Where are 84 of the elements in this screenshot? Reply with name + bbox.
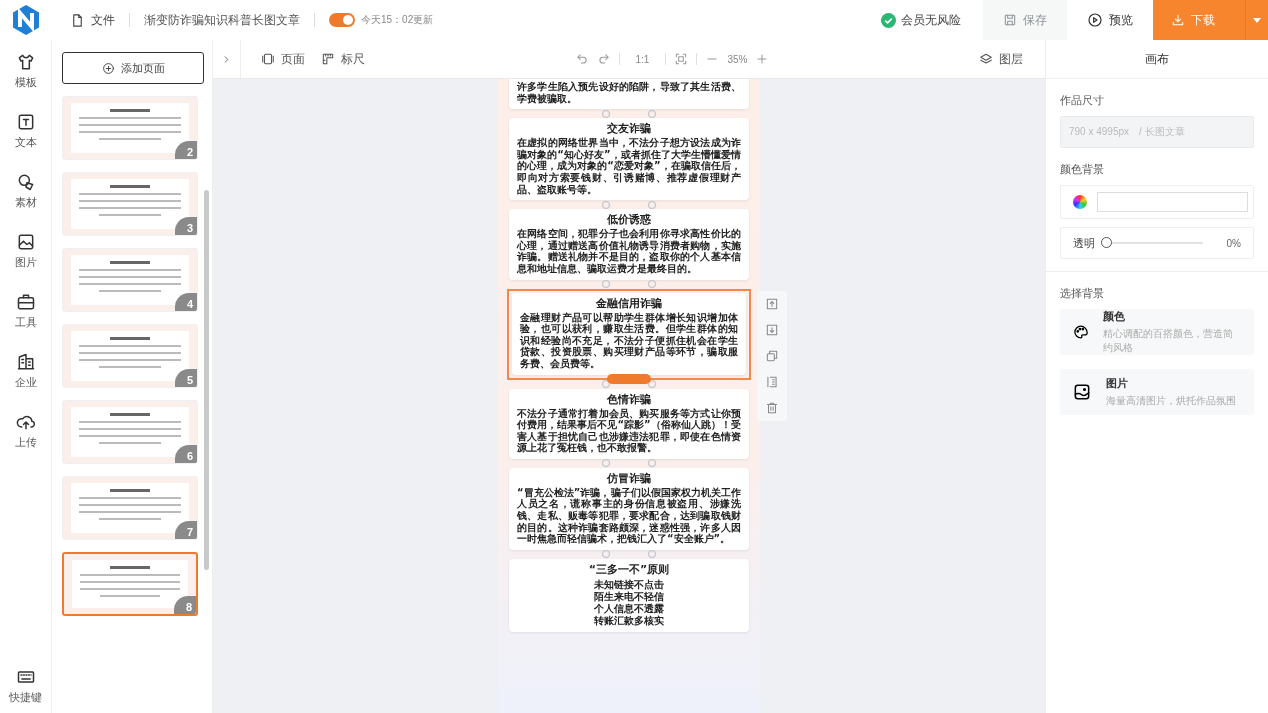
panel-title: 画布 [1046,40,1268,79]
card-text: 不法分子通常打着加会员、购买服务等方式让你预付费用，结果事后不见“踪影”（俗称仙人跳）！受害人基于担忧自己也涉嫌违法犯罪，即使在色情资源上花了冤枉钱，也不敢报警。 [517,407,741,454]
toolbox-icon [15,292,36,312]
page-number: 7 [175,521,197,539]
opacity-value: 0% [1226,237,1241,249]
layers-button[interactable]: 图层 [971,50,1031,68]
delete-icon[interactable] [765,400,779,415]
card-text: 转账汇款多核实 [593,614,665,627]
page-number: 6 [175,445,197,463]
building-icon [15,352,36,372]
content-card[interactable]: 仿冒诈骗 “冒充公检法”诈骗，骗子们以假国家权力机关工作人员之名，谎称事主的身份信息被盗用、涉嫌洗钱、走私、贩毒等犯罪，要求配合，达到骗取钱财的目的。这种诈骗套路颇深，迷惑性强，许多人因一时焦急而轻信骗术，把钱汇入了“安全账户”。 [509,467,749,550]
dropdown-caret-icon[interactable] [1246,0,1268,40]
field-label: 选择背景 [1060,286,1105,301]
page-number: 4 [175,293,197,311]
fit-screen-icon[interactable] [674,52,689,66]
sidebar-item[interactable]: 图片 [14,232,37,292]
sidebar-item[interactable]: 文本 [14,112,37,172]
move-down-icon[interactable] [765,322,779,337]
actual-size-button[interactable]: 1:1 [627,53,658,65]
content-card[interactable]: 交友诈骗 在虚拟的网络世界当中，不法分子想方设法成为诈骗对象的“知心好友”，或者抓住了大学生懵懂爱情的心理，成为对象的“恋爱对象”，在骗取信任后，即向对方索要钱财、引诱赌博、推荐虚假理财产品、盗取账号等。 [509,118,749,201]
resize-handle[interactable] [607,373,651,384]
page-number: 5 [175,369,197,387]
slider-label: 透明 [1073,235,1095,251]
layers-icon [979,52,993,66]
card-text: 金融理财产品可以帮助学生群体增长知识增加体验，也可以获利，赚取生活费。但学生群体的知识和经验尚不充足，不法分子便抓住机会在学生贷款、投资股票、购买理财产品等环节，骗取服务费、会员费等。 [520,311,738,370]
page-number: 3 [175,217,197,235]
add-page-button[interactable]: 添加页面 [62,52,204,84]
card-text: 个人信息不透露 [593,602,665,615]
background-option[interactable]: 图片 海量高清图片，烘托作品氛围 [1060,369,1254,415]
card-title: 交友诈骗 [606,122,652,136]
field-label: 颜色背景 [1060,162,1105,177]
card-text: 未知链接不点击 [593,578,665,591]
content-card[interactable]: 许多学生陷入预先设好的陷阱，导致了其生活费、学费被骗取。 [509,79,749,110]
card-text: 在网络空间，犯罪分子也会利用你寻求高性价比的心理，通过赠送高价值礼物诱导消费者购物，实施诈骗。赠送礼物并不是目的，盗取你的个人基本信息和地址信息、骗取运费才是最终目的。 [517,228,741,275]
color-input-field[interactable] [1097,192,1248,212]
save-icon [1003,13,1017,27]
content-card[interactable]: “三多一不”原则 未知链接不点击 陌生来电不轻信 个人信息不透露 转账汇款多核实 [509,558,749,632]
shortcut-button[interactable]: 快捷键 [9,667,42,705]
move-up-icon[interactable] [765,296,779,311]
undo-icon[interactable] [574,52,589,66]
card-text: 在虚拟的网络世界当中，不法分子想方设法成为诈骗对象的“知心好友”，或者抓住了大学生懵懂爱情的心理，成为对象的“恋爱对象”，在骗取信任后，即向对方索要钱财、引诱赌博、推荐虚假理财产品、盗取账号等。 [517,137,741,196]
check-circle-icon [881,12,896,28]
page-tool-button[interactable]: 页面 [253,50,313,68]
page-number: 8 [174,596,196,614]
sidebar-item[interactable]: 模板 [14,52,37,112]
ruler-tool-button[interactable]: 标尺 [313,50,373,68]
logo-icon[interactable] [11,4,41,36]
autosave-status: 今天15：02更新 [361,13,434,27]
card-title: 色情诈骗 [606,392,652,406]
file-menu[interactable]: 文件 [70,11,115,29]
ruler-icon [321,52,335,66]
card-title: “三多一不”原则 [587,562,671,576]
sidebar-item[interactable]: 上传 [14,412,37,472]
download-icon [1171,13,1185,27]
content-card[interactable]: 低价诱惑 在网络空间，犯罪分子也会利用你寻求高性价比的心理，通过赠送高价值礼物诱导消费者购物，实施诈骗。赠送礼物并不是目的，盗取你的个人基本信息和地址信息、骗取运费才是最终目的。 [509,209,749,280]
color-wheel-icon[interactable] [1073,195,1087,209]
scrollbar[interactable] [204,190,209,570]
card-text: 陌生来电不轻信 [593,590,665,603]
card-title: 仿冒诈骗 [606,471,652,485]
content-card[interactable]: 色情诈骗 不法分子通常打着加会员、购买服务等方式让你预付费用，结果事后不见“踪影”（俗称仙人跳）！受害人基于担忧自己也涉嫌违法犯罪，即使在色情资源上花了冤枉钱，也不敢报警。 [509,388,749,459]
image-icon [1072,382,1092,402]
sidebar-item[interactable]: 企业 [14,352,37,412]
copy-icon[interactable] [765,348,779,363]
page-number: 2 [175,141,197,159]
document-title[interactable]: 渐变防诈骗知识科普长图文章 [144,11,300,29]
play-circle-icon [1087,12,1103,28]
document-icon [70,12,85,28]
card-title: 低价诱惑 [606,213,652,227]
sidebar-item[interactable]: 素材 [14,172,37,232]
redo-icon[interactable] [596,52,611,66]
card-text: 许多学生陷入预先设好的陷阱，导致了其生活费、学费被骗取。 [517,81,741,105]
card-text: “冒充公检法”诈骗，骗子们以假国家权力机关工作人员之名，谎称事主的身份信息被盗用、涉嫌洗钱、走私、贩毒等犯罪，要求配合，达到骗取钱财的目的。这种诈骗套路颇深，迷惑性强，许多人因一时焦急而轻信骗术，把钱汇入了“安全账户”。 [517,486,741,545]
card-title: 金融信用诈骗 [595,296,663,310]
background-option[interactable]: 颜色 精心调配的百搭颜色，营造简约风格 [1060,309,1254,355]
split-icon[interactable] [765,374,779,389]
sidebar-item[interactable]: 工具 [14,292,37,352]
slider-thumb[interactable] [1101,237,1112,248]
member-status: 会员无风险 [901,11,961,29]
zoom-level: 35% [727,53,748,65]
plus-circle-icon [101,61,115,75]
zoom-in-icon[interactable] [755,52,770,66]
autosave-toggle[interactable] [329,13,355,27]
page-icon [261,52,275,66]
field-label: 作品尺寸 [1060,93,1105,108]
